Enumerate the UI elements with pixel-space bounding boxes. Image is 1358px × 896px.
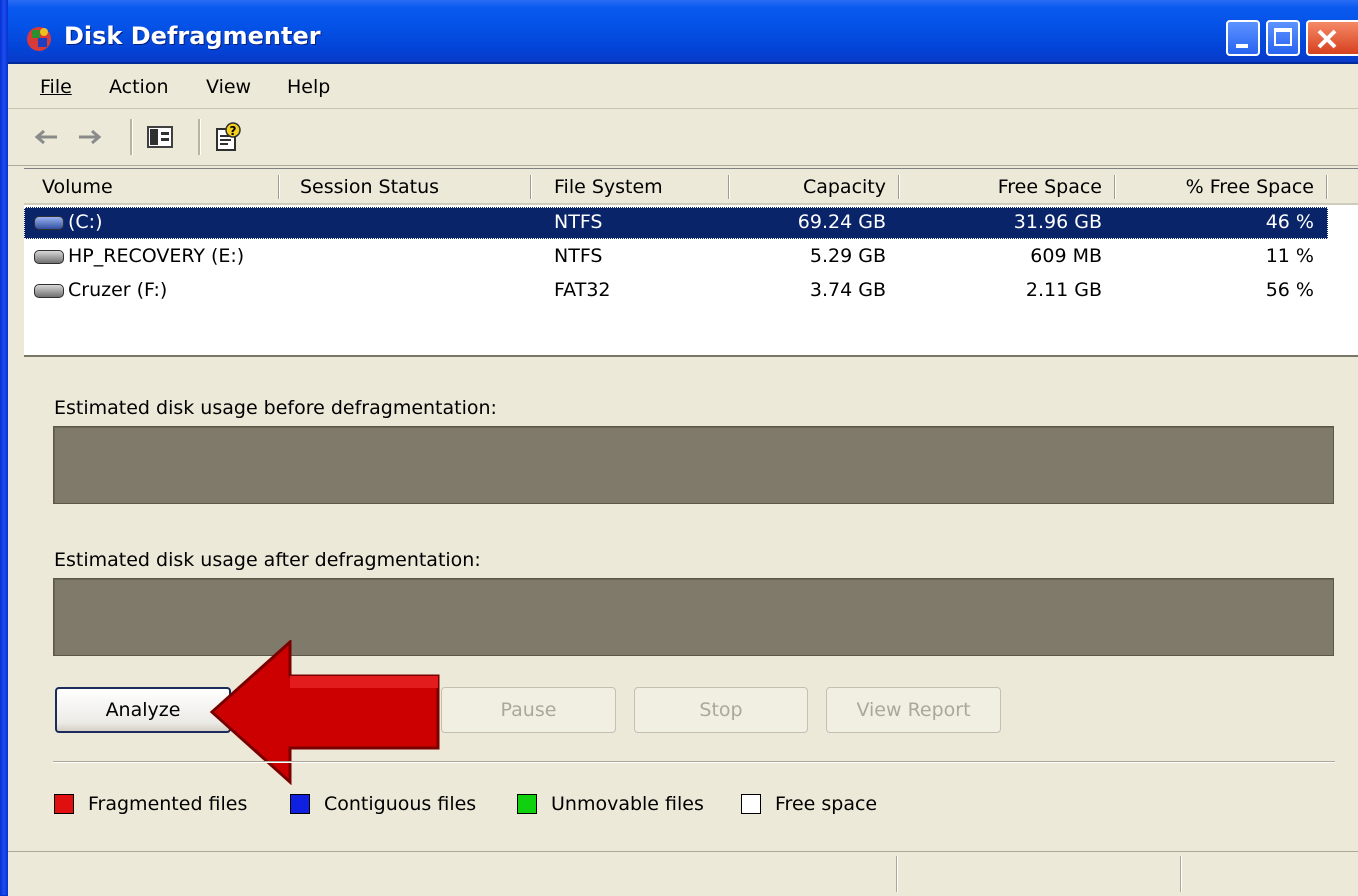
svg-text:?: ? xyxy=(230,124,237,138)
contiguous-files-swatch xyxy=(290,794,310,814)
column-header-session-status[interactable]: Session Status xyxy=(300,176,439,198)
column-divider[interactable] xyxy=(1326,175,1328,199)
fragmented-files-label: Fragmented files xyxy=(88,793,248,815)
percent-free-space: 56 % xyxy=(1265,279,1314,301)
status-bar xyxy=(8,851,1358,896)
column-header-volume[interactable]: Volume xyxy=(42,176,113,198)
close-button[interactable] xyxy=(1306,20,1358,56)
column-divider[interactable] xyxy=(530,175,532,199)
file-system: NTFS xyxy=(554,211,603,233)
menu-help[interactable]: Help xyxy=(287,76,330,98)
stop-button[interactable]: Stop xyxy=(634,687,808,733)
free-space-swatch xyxy=(741,794,761,814)
close-icon xyxy=(1317,29,1337,49)
volume-name: HP_RECOVERY (E:) xyxy=(68,245,245,267)
view-report-button[interactable]: View Report xyxy=(826,687,1001,733)
column-header-percent-free[interactable]: % Free Space xyxy=(1186,176,1314,198)
volume-row-f[interactable]: Cruzer (F:) FAT32 3.74 GB 2.11 GB 56 % xyxy=(24,275,1328,307)
menu-view-label: View xyxy=(206,76,252,98)
percent-free-space: 11 % xyxy=(1265,245,1314,267)
volume-list[interactable]: Volume Session Status File System Capaci… xyxy=(24,168,1358,357)
show-hide-console-tree-icon xyxy=(147,126,173,148)
show-hide-tree-button[interactable] xyxy=(144,121,176,153)
after-defrag-label: Estimated disk usage after defragmentati… xyxy=(54,549,481,571)
free-space: 2.11 GB xyxy=(1025,279,1102,301)
contiguous-files-label: Contiguous files xyxy=(324,793,477,815)
defragmenter-app-icon xyxy=(27,27,51,51)
unmovable-files-label: Unmovable files xyxy=(551,793,704,815)
free-space-label: Free space xyxy=(775,793,878,815)
window-left-border xyxy=(0,0,8,895)
percent-free-space: 46 % xyxy=(1265,211,1314,233)
volume-name: Cruzer (F:) xyxy=(68,279,168,301)
forward-button[interactable] xyxy=(74,121,106,153)
maximize-icon xyxy=(1274,28,1292,46)
unmovable-files-swatch xyxy=(517,794,537,814)
hard-drive-icon xyxy=(34,216,64,230)
back-button[interactable] xyxy=(30,121,62,153)
pause-button[interactable]: Pause xyxy=(441,687,616,733)
red-pointer-arrow-icon xyxy=(210,640,440,785)
capacity: 69.24 GB xyxy=(797,211,886,233)
toolbar-separator xyxy=(198,119,201,155)
column-divider[interactable] xyxy=(898,175,900,199)
menu-file-label: File xyxy=(40,76,72,98)
status-bar-divider xyxy=(896,856,898,892)
column-header-capacity[interactable]: Capacity xyxy=(803,176,886,198)
analyze-button[interactable]: Analyze xyxy=(55,687,231,733)
disk-defragmenter-window: Disk Defragmenter File Action View Help xyxy=(0,0,1358,896)
window-title: Disk Defragmenter xyxy=(64,22,321,50)
forward-arrow-icon xyxy=(79,129,102,145)
menu-action-label: Action xyxy=(109,76,169,98)
column-divider[interactable] xyxy=(1114,175,1116,199)
menu-file[interactable]: File xyxy=(40,76,72,98)
file-system: NTFS xyxy=(554,245,603,267)
column-header-free-space[interactable]: Free Space xyxy=(998,176,1102,198)
title-bar[interactable]: Disk Defragmenter xyxy=(0,0,1358,64)
free-space: 609 MB xyxy=(1030,245,1102,267)
volume-name: (C:) xyxy=(68,211,103,233)
menu-view[interactable]: View xyxy=(206,76,251,98)
help-button[interactable]: ? xyxy=(212,121,244,153)
legend-divider xyxy=(53,761,1335,763)
minimize-button[interactable] xyxy=(1226,20,1260,56)
fragmented-files-swatch xyxy=(54,794,74,814)
removable-drive-icon xyxy=(34,284,64,298)
volume-list-header: Volume Session Status File System Capaci… xyxy=(24,169,1358,205)
back-arrow-icon xyxy=(34,129,57,145)
minimize-icon xyxy=(1236,44,1248,48)
hard-drive-icon xyxy=(34,250,64,264)
volume-row-c[interactable]: (C:) NTFS 69.24 GB 31.96 GB 46 % xyxy=(24,207,1328,239)
maximize-button[interactable] xyxy=(1266,20,1300,56)
menu-help-label: Help xyxy=(287,76,331,98)
before-defrag-usage-display xyxy=(53,426,1334,504)
toolbar-separator xyxy=(130,119,133,155)
status-bar-divider xyxy=(1180,856,1182,892)
toolbar: ? xyxy=(8,109,1358,166)
file-system: FAT32 xyxy=(554,279,611,301)
capacity: 3.74 GB xyxy=(809,279,886,301)
help-icon: ? xyxy=(216,122,241,151)
column-header-file-system[interactable]: File System xyxy=(554,176,663,198)
column-divider[interactable] xyxy=(728,175,730,199)
column-divider[interactable] xyxy=(278,175,280,199)
before-defrag-label: Estimated disk usage before defragmentat… xyxy=(54,397,497,419)
volume-row-e[interactable]: HP_RECOVERY (E:) NTFS 5.29 GB 609 MB 11 … xyxy=(24,241,1328,273)
capacity: 5.29 GB xyxy=(809,245,886,267)
menu-bar: File Action View Help xyxy=(8,64,1358,109)
menu-action[interactable]: Action xyxy=(109,76,169,98)
free-space: 31.96 GB xyxy=(1013,211,1102,233)
